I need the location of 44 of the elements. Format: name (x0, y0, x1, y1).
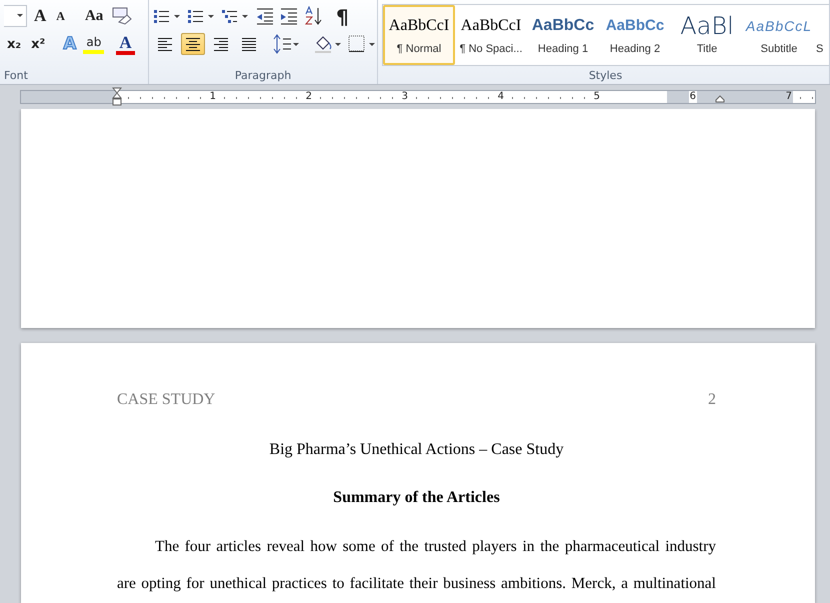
header-text: CASE STUDY (117, 391, 216, 409)
document-title: Big Pharma’s Unethical Actions – Case Study (268, 440, 565, 460)
align-left-icon (157, 37, 173, 51)
case-font-button[interactable]: Aa (82, 5, 106, 27)
section-heading: Summary of the Articles (332, 488, 501, 508)
align-center-icon (185, 37, 201, 51)
decrease-indent-icon[interactable] (255, 7, 275, 25)
superscript-button[interactable]: x² (28, 33, 48, 55)
style-item[interactable]: AaBbCc Heading 1 (527, 5, 599, 65)
grow-font-button[interactable]: A (31, 5, 50, 27)
body-text-line: The four articles reveal how some of the trusted players in the pharmaceutical industry (154, 537, 716, 557)
indent-marker-icon[interactable] (112, 87, 122, 107)
align-right-icon (213, 37, 229, 51)
multilevel-list-icon[interactable] (221, 7, 251, 25)
group-label: Font (3, 68, 29, 84)
style-item[interactable]: AaBbCcI ¶ Normal (383, 5, 455, 65)
style-item[interactable]: S (815, 5, 829, 65)
align-center-button[interactable] (181, 33, 205, 55)
style-item[interactable]: AaBbCcL Subtitle (743, 5, 815, 65)
align-justify-icon (241, 37, 257, 51)
style-item[interactable]: AaBbCc Heading 2 (599, 5, 671, 65)
group-label: Paragraph (234, 68, 292, 84)
group-label: Styles (588, 68, 624, 84)
shrink-font-button[interactable]: A (53, 5, 68, 27)
body-text-line: are opting for unethical practices to facilitate their business ambitions. Merck, a multinational (117, 574, 716, 594)
style-item[interactable]: AaBbCcI ¶ No Spaci... (455, 5, 527, 65)
borders-icon[interactable] (347, 34, 377, 54)
ruler-number: 7 (784, 91, 793, 103)
paint-bucket-icon[interactable] (313, 34, 343, 54)
increase-indent-icon[interactable] (279, 7, 299, 25)
right-indent-marker-icon[interactable] (715, 95, 725, 103)
ruler-number: 6 (688, 91, 697, 103)
page-number: 2 (708, 391, 716, 409)
font-size-field[interactable] (4, 5, 27, 27)
subscript-button[interactable]: x₂ (4, 33, 24, 55)
bullet-list-icon[interactable] (153, 7, 183, 25)
show-marks-button[interactable]: ¶ (333, 5, 352, 27)
eraser-icon[interactable] (110, 6, 132, 26)
highlight-button[interactable]: ab (83, 34, 104, 54)
style-item[interactable]: AaBl Title (671, 5, 743, 65)
font-color-button[interactable]: A (116, 33, 135, 55)
numbered-list-icon[interactable] (187, 7, 217, 25)
line-spacing-icon[interactable] (273, 34, 301, 54)
sort-icon[interactable] (303, 6, 323, 26)
